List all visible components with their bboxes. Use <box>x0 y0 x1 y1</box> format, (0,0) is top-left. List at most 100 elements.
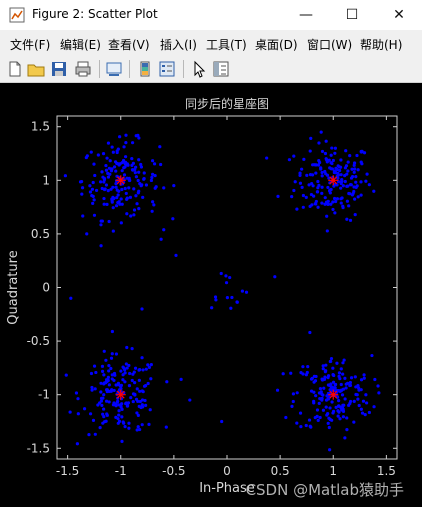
data-point <box>69 296 73 300</box>
data-point <box>98 401 102 405</box>
save-icon[interactable] <box>50 60 68 78</box>
data-point <box>343 179 347 184</box>
data-point <box>117 413 121 417</box>
data-point <box>124 401 128 405</box>
data-point <box>339 382 343 387</box>
data-point <box>139 184 143 188</box>
data-point <box>125 345 129 350</box>
data-point <box>235 300 239 304</box>
data-point <box>322 377 327 382</box>
data-point <box>80 186 85 190</box>
menu-desktop[interactable]: 桌面(D) <box>255 36 298 53</box>
data-point <box>121 158 126 163</box>
print-icon[interactable] <box>74 60 92 78</box>
data-point <box>220 419 224 424</box>
menu-view[interactable]: 查看(V) <box>108 36 150 53</box>
data-point <box>372 189 376 193</box>
menu-help[interactable]: 帮助(H) <box>360 36 402 53</box>
toolbar <box>0 56 422 83</box>
data-point <box>152 203 156 207</box>
data-point <box>328 448 332 452</box>
new-file-icon[interactable] <box>6 60 24 78</box>
data-point <box>76 412 80 416</box>
data-point <box>64 373 68 377</box>
x-tick-label: -0.5 <box>162 464 185 478</box>
scatter-plot[interactable]: -1.5 -1 -0.5 0 0.5 1 1.5 1.5 1 0.5 0 -0.5 -1 -1.5 同步后的… <box>0 83 422 507</box>
data-point <box>224 274 228 278</box>
data-point <box>353 212 357 217</box>
data-point <box>308 424 312 428</box>
data-point <box>111 206 115 210</box>
data-point <box>330 146 334 150</box>
data-point <box>122 173 127 177</box>
title-bar[interactable]: Figure 2: Scatter Plot — ☐ ✕ <box>0 0 422 30</box>
maximize-button[interactable]: ☐ <box>329 0 375 30</box>
data-point <box>323 369 327 374</box>
minimize-button[interactable]: — <box>283 0 329 30</box>
data-point <box>109 366 113 371</box>
data-point <box>96 153 100 157</box>
colorbar-icon[interactable] <box>136 60 154 78</box>
data-point <box>112 165 117 169</box>
data-point <box>110 200 114 204</box>
data-point <box>316 186 320 190</box>
data-point <box>359 193 363 197</box>
data-point <box>230 295 234 300</box>
data-point <box>276 194 280 198</box>
data-point <box>365 401 369 405</box>
data-point <box>339 173 343 177</box>
menu-file[interactable]: 文件(F) <box>10 36 50 53</box>
data-point <box>104 183 109 187</box>
menu-edit[interactable]: 编辑(E) <box>60 36 101 53</box>
data-point <box>129 396 133 400</box>
figure-canvas[interactable]: -1.5 -1 -0.5 0 0.5 1 1.5 1.5 1 0.5 0 -0.5 -1 -1.5 同步后的… <box>0 83 422 507</box>
data-point <box>309 192 314 197</box>
data-point <box>317 141 321 145</box>
menu-insert[interactable]: 插入(I) <box>160 36 197 53</box>
data-point <box>142 171 146 175</box>
menu-tools[interactable]: 工具(T) <box>206 36 247 53</box>
data-point <box>341 361 345 365</box>
data-point <box>284 415 288 420</box>
data-point <box>352 170 356 174</box>
data-point <box>281 372 285 376</box>
data-point <box>110 352 114 356</box>
data-point <box>334 405 338 410</box>
data-point <box>99 381 103 385</box>
data-point <box>116 147 120 151</box>
data-point <box>355 153 359 158</box>
data-point <box>115 195 119 200</box>
data-point <box>359 378 364 382</box>
data-point <box>352 163 356 167</box>
data-point <box>224 281 229 285</box>
data-point <box>213 295 218 299</box>
close-button[interactable]: ✕ <box>376 0 422 30</box>
data-point <box>123 165 127 169</box>
data-point <box>151 200 155 204</box>
y-tick-label: -1 <box>38 388 50 402</box>
property-editor-icon[interactable] <box>212 60 230 78</box>
data-point <box>91 194 95 198</box>
data-point <box>130 157 134 161</box>
data-point <box>301 205 305 209</box>
open-folder-icon[interactable] <box>27 60 45 78</box>
data-point <box>110 388 114 392</box>
select-arrow-icon[interactable] <box>190 60 208 78</box>
link-icon[interactable] <box>105 60 123 78</box>
data-point <box>144 403 148 407</box>
data-point <box>109 356 114 360</box>
data-point <box>299 425 303 429</box>
data-point <box>310 203 314 207</box>
data-point <box>107 166 111 170</box>
data-point <box>105 388 109 392</box>
data-point <box>342 358 346 362</box>
menu-window[interactable]: 窗口(W) <box>307 36 352 53</box>
data-point <box>311 184 315 188</box>
data-point <box>352 189 356 194</box>
data-point <box>118 135 122 139</box>
legend-icon[interactable] <box>158 60 176 78</box>
data-point <box>135 387 139 391</box>
y-axis-label: Quadrature <box>6 250 21 324</box>
data-point <box>304 423 308 428</box>
data-point <box>348 383 353 388</box>
